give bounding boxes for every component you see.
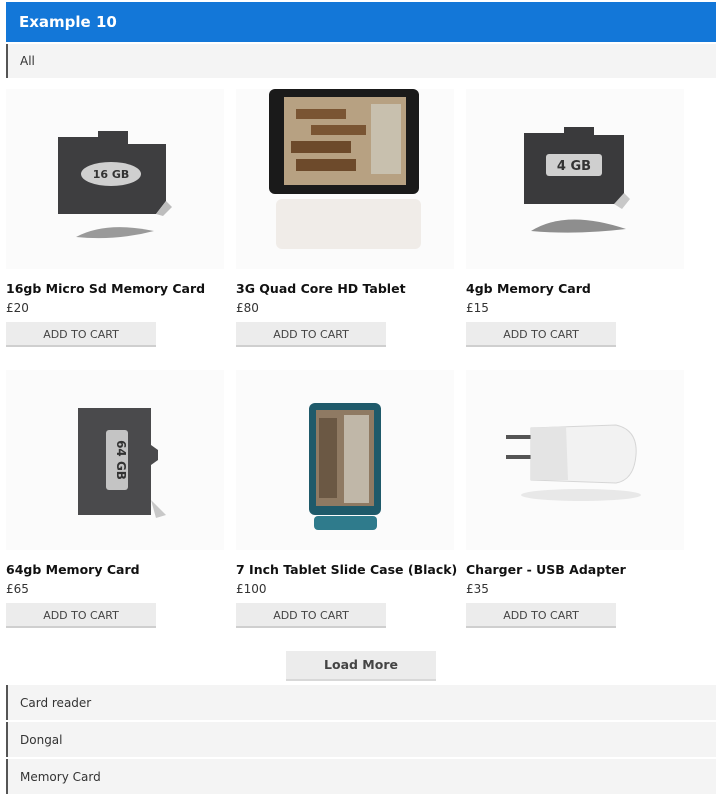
product-name[interactable]: 64gb Memory Card bbox=[6, 562, 140, 577]
product-image-tablet-case[interactable] bbox=[236, 370, 454, 550]
product-price: £20 bbox=[6, 301, 29, 315]
category-item-card-reader[interactable]: Card reader bbox=[6, 685, 716, 720]
filter-all-label: All bbox=[20, 54, 35, 68]
product-name[interactable]: 7 Inch Tablet Slide Case (Black) bbox=[236, 562, 457, 577]
svg-text:64 GB: 64 GB bbox=[114, 440, 128, 480]
product-price: £80 bbox=[236, 301, 259, 315]
add-to-cart-button[interactable]: ADD TO CART bbox=[6, 603, 156, 628]
category-item-dongal[interactable]: Dongal bbox=[6, 722, 716, 757]
product-image-memory-64gb[interactable]: 64 GB bbox=[6, 370, 224, 550]
product-image-microsd-16gb[interactable]: 16 GB bbox=[6, 89, 224, 269]
page-title: Example 10 bbox=[19, 13, 117, 31]
product-name[interactable]: 3G Quad Core HD Tablet bbox=[236, 281, 406, 296]
add-to-cart-button[interactable]: ADD TO CART bbox=[466, 322, 616, 347]
product-image-charger[interactable] bbox=[466, 370, 684, 550]
product-name[interactable]: Charger - USB Adapter bbox=[466, 562, 626, 577]
svg-text:16 GB: 16 GB bbox=[93, 168, 130, 181]
category-label: Card reader bbox=[20, 696, 92, 710]
charger-icon bbox=[466, 370, 684, 550]
tablet-icon bbox=[236, 89, 454, 269]
tablet-case-icon bbox=[236, 370, 454, 550]
product-name[interactable]: 4gb Memory Card bbox=[466, 281, 591, 296]
add-to-cart-button[interactable]: ADD TO CART bbox=[236, 603, 386, 628]
category-item-memory-card[interactable]: Memory Card bbox=[6, 759, 716, 794]
product-price: £15 bbox=[466, 301, 489, 315]
page-header: Example 10 bbox=[6, 2, 716, 42]
memory-card-icon: 64 GB bbox=[6, 370, 224, 550]
product-price: £65 bbox=[6, 582, 29, 596]
add-to-cart-button[interactable]: ADD TO CART bbox=[6, 322, 156, 347]
product-price: £100 bbox=[236, 582, 267, 596]
filter-all-bar[interactable]: All bbox=[6, 44, 716, 78]
product-image-memory-4gb[interactable]: 4 GB bbox=[466, 89, 684, 269]
memory-card-icon: 4 GB bbox=[466, 89, 684, 269]
product-name[interactable]: 16gb Micro Sd Memory Card bbox=[6, 281, 205, 296]
add-to-cart-button[interactable]: ADD TO CART bbox=[236, 322, 386, 347]
category-label: Memory Card bbox=[20, 770, 101, 784]
load-more-button[interactable]: Load More bbox=[286, 651, 436, 681]
category-label: Dongal bbox=[20, 733, 63, 747]
svg-text:4 GB: 4 GB bbox=[557, 159, 591, 174]
product-price: £35 bbox=[466, 582, 489, 596]
add-to-cart-button[interactable]: ADD TO CART bbox=[466, 603, 616, 628]
memory-card-icon: 16 GB bbox=[6, 89, 224, 269]
product-image-tablet-3g[interactable] bbox=[236, 89, 454, 269]
